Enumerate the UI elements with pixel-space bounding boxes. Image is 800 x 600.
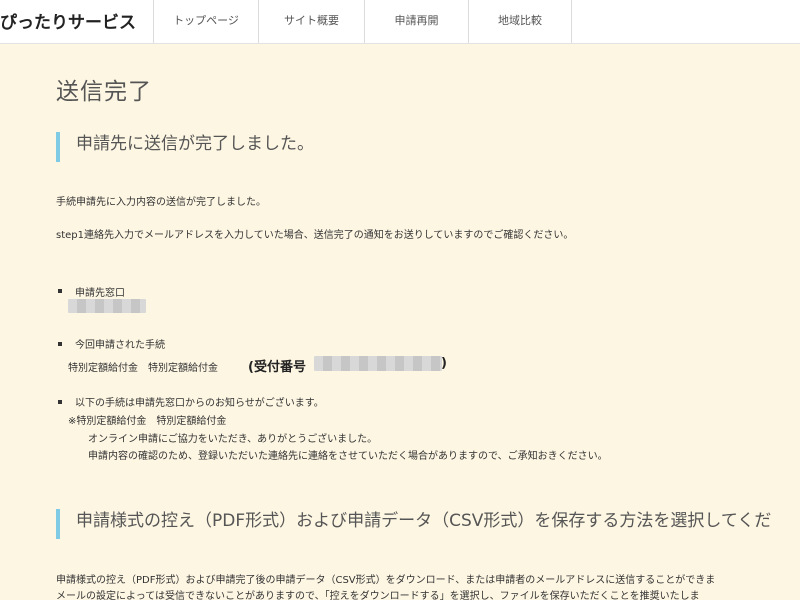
notice-text: 申請内容の確認のため、登録いただいた連絡先に連絡をさせていただく場合がありますの… [88,451,608,462]
nav-item-region-compare[interactable]: 地域比較 [468,0,572,43]
list-bullet [58,289,62,293]
list-bullet [58,342,62,346]
save-method-description: 申請様式の控え（PDF形式）および申請完了後の申請データ（CSV形式）をダウンロ… [56,575,716,586]
notice-text: オンライン申請にご協力をいただき、ありがとうございました。 [88,434,378,445]
site-logo[interactable]: ぴったりサービス [0,8,136,33]
notice-title: ※特別定額給付金 特別定額給付金 [68,416,227,427]
page: ぴったりサービス トップページ サイト概要 申請再開 地域比較 送信完了 申請先… [0,0,800,600]
notice-label: 以下の手続は申請先窓口からのお知らせがございます。 [75,398,324,409]
procedure-label: 今回申請された手続 [75,340,165,351]
nav-item-site-overview[interactable]: サイト概要 [258,0,364,43]
page-title: 送信完了 [56,79,152,105]
nav-item-resume-application[interactable]: 申請再開 [364,0,468,43]
redacted-receipt-number [314,356,442,371]
redacted-destination [68,299,146,313]
nav-item-top-page[interactable]: トップページ [153,0,258,43]
site-header: ぴったりサービス トップページ サイト概要 申請再開 地域比較 [0,0,800,44]
list-bullet [58,400,62,404]
destination-label: 申請先窓口 [75,288,125,299]
intro-text: 手続申請先に入力内容の送信が完了しました。 [56,197,266,208]
section-heading-save-method: 申請様式の控え（PDF形式）および申請データ（CSV形式）を保存する方法を選択し… [56,509,800,539]
global-nav: トップページ サイト概要 申請再開 地域比較 [153,0,572,43]
receipt-number: (受付番号 ) [248,356,447,375]
receipt-label: (受付番号 [248,360,306,375]
save-method-description: メールの設定によっては受信できないことがありますので、「控えをダウンロードする」… [56,591,700,600]
section-heading-sent: 申請先に送信が完了しました。 [56,132,800,162]
intro-text-notice: step1連絡先入力でメールアドレスを入力していた場合、送信完了の通知をお送りし… [56,230,574,241]
procedure-names: 特別定額給付金 特別定額給付金 [68,363,218,374]
